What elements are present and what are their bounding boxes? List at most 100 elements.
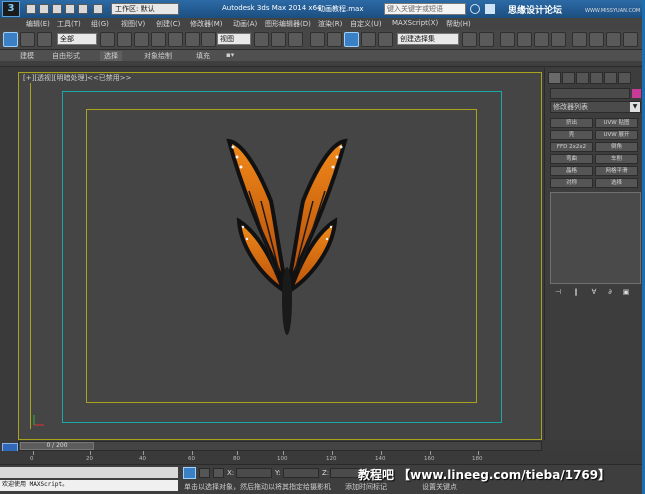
lock-toggle-icon[interactable] — [199, 468, 210, 478]
modifier-button[interactable]: 网格平滑 — [595, 166, 638, 176]
menu-customize[interactable]: 自定义(U) — [350, 19, 382, 29]
time-slider[interactable]: 0 / 200 — [18, 441, 542, 451]
object-color-swatch[interactable] — [632, 89, 641, 98]
tab-freeform[interactable]: 自由形式 — [52, 51, 80, 61]
scale-icon[interactable] — [201, 32, 216, 47]
move-icon[interactable] — [168, 32, 183, 47]
undo-icon[interactable] — [65, 4, 75, 14]
material-editor-icon[interactable] — [572, 32, 587, 47]
track-bar[interactable]: 0 20 40 60 80 100 120 140 160 180 — [0, 451, 645, 464]
reference-coord-select[interactable]: 视图 — [217, 33, 251, 45]
configure-sets-icon[interactable]: ▣ — [621, 288, 631, 298]
absolute-mode-icon[interactable] — [213, 468, 224, 478]
menu-graph-editors[interactable]: 图形编辑器(D) — [265, 19, 311, 29]
perspective-viewport[interactable]: [+][透视][明暗处理] <<已禁用>> — [18, 72, 542, 440]
align-icon[interactable] — [479, 32, 494, 47]
create-tab-icon[interactable] — [548, 72, 561, 84]
tab-modeling[interactable]: 建模 — [20, 51, 34, 61]
select-by-name-icon[interactable] — [117, 32, 132, 47]
selection-lock-icon[interactable] — [183, 467, 196, 479]
search-input[interactable]: 键入关键字或短语 — [384, 3, 466, 15]
menu-maxscript[interactable]: MAXScript(X) — [392, 19, 438, 27]
select-icon[interactable] — [100, 32, 115, 47]
butterfly-model[interactable] — [215, 131, 359, 365]
open-file-icon[interactable] — [39, 4, 49, 14]
pin-stack-icon[interactable]: ⊣ — [553, 288, 563, 298]
graphite-toolbar-icon[interactable] — [517, 32, 532, 47]
window-crossing-icon[interactable] — [151, 32, 166, 47]
manipulate-icon[interactable] — [271, 32, 286, 47]
viewport-disabled-label[interactable]: <<已禁用>> — [87, 73, 131, 83]
search-icon[interactable] — [470, 4, 480, 14]
project-folder-icon[interactable] — [93, 4, 103, 14]
menu-edit[interactable]: 编辑(E) — [26, 19, 50, 29]
set-key-mode-button[interactable]: 设置关键点 — [422, 482, 457, 492]
modifier-button[interactable]: 晶格 — [550, 166, 593, 176]
modifier-button[interactable]: 选择 — [595, 178, 638, 188]
new-file-icon[interactable] — [26, 4, 36, 14]
make-unique-icon[interactable]: ∀ — [589, 288, 599, 298]
maxscript-listener-top[interactable] — [0, 467, 178, 478]
x-coord-field[interactable] — [236, 468, 272, 478]
modifier-button[interactable]: UVW 展开 — [595, 130, 638, 140]
modifier-button[interactable]: 挤出 — [550, 118, 593, 128]
time-slider-thumb[interactable]: 0 / 200 — [20, 442, 94, 450]
menu-modifiers[interactable]: 修改器(M) — [190, 19, 223, 29]
object-name-field[interactable] — [550, 88, 630, 99]
rotate-icon[interactable] — [185, 32, 200, 47]
modifier-button[interactable]: UVW 贴图 — [595, 118, 638, 128]
modifier-button[interactable]: 车削 — [595, 154, 638, 164]
menu-animation[interactable]: 动画(A) — [233, 19, 257, 29]
modifier-button[interactable]: 对称 — [550, 178, 593, 188]
menu-tools[interactable]: 工具(T) — [57, 19, 81, 29]
select-object-icon[interactable] — [3, 32, 18, 47]
modifier-button[interactable]: 壳 — [550, 130, 593, 140]
select-and-link-icon[interactable] — [20, 32, 35, 47]
snaps-toggle-icon[interactable] — [310, 32, 325, 47]
rectangular-region-icon[interactable] — [134, 32, 149, 47]
tab-selection[interactable]: 选择 — [100, 51, 122, 61]
angle-snap-icon[interactable] — [327, 32, 342, 47]
y-coord-field[interactable] — [283, 468, 319, 478]
hierarchy-tab-icon[interactable] — [576, 72, 589, 84]
menu-group[interactable]: 组(G) — [91, 19, 109, 29]
modifier-button[interactable]: FFD 2x2x2 — [550, 142, 593, 152]
modifier-stack[interactable] — [550, 192, 641, 284]
chevron-down-icon[interactable]: ▼ — [630, 102, 640, 112]
menu-views[interactable]: 视图(V) — [121, 19, 145, 29]
schematic-view-icon[interactable] — [551, 32, 566, 47]
mirror-icon[interactable] — [462, 32, 477, 47]
spinner-snap-icon[interactable] — [361, 32, 376, 47]
modify-tab-icon[interactable] — [562, 72, 575, 84]
edit-named-selection-icon[interactable] — [378, 32, 393, 47]
unlink-icon[interactable] — [37, 32, 52, 47]
viewport-label[interactable]: [+][透视][明暗处理] — [23, 73, 87, 83]
add-time-tag-button[interactable]: 添加时间标记 — [345, 482, 387, 492]
layer-manager-icon[interactable] — [500, 32, 515, 47]
named-selection-select[interactable]: 创建选择集 — [397, 33, 459, 45]
pivot-center-icon[interactable] — [254, 32, 269, 47]
save-file-icon[interactable] — [52, 4, 62, 14]
modifier-button[interactable]: 倒角 — [595, 142, 638, 152]
modifier-list-select[interactable]: 修改器列表 — [550, 101, 641, 113]
redo-icon[interactable] — [78, 4, 88, 14]
render-production-icon[interactable] — [623, 32, 638, 47]
modifier-button[interactable]: 弯曲 — [550, 154, 593, 164]
ribbon-options-icon[interactable]: ▪▾ — [226, 51, 234, 59]
keyboard-shortcut-icon[interactable] — [288, 32, 303, 47]
remove-modifier-icon[interactable]: ∂ — [605, 288, 615, 298]
tab-populate[interactable]: 填充 — [196, 51, 210, 61]
star-icon[interactable] — [485, 4, 495, 14]
rendered-frame-icon[interactable] — [606, 32, 621, 47]
menu-help[interactable]: 帮助(H) — [446, 19, 471, 29]
maxscript-listener-input[interactable]: 欢迎使用 MAXScript。 — [0, 480, 178, 491]
app-menu-icon[interactable]: 3 — [2, 1, 20, 17]
percent-snap-icon[interactable] — [344, 32, 359, 47]
display-tab-icon[interactable] — [604, 72, 617, 84]
workspace-select[interactable]: 工作区: 默认 — [111, 3, 179, 15]
show-end-result-icon[interactable]: ‖ — [571, 288, 581, 298]
tab-object-paint[interactable]: 对象绘制 — [144, 51, 172, 61]
menu-create[interactable]: 创建(C) — [156, 19, 180, 29]
curve-editor-icon[interactable] — [534, 32, 549, 47]
render-setup-icon[interactable] — [589, 32, 604, 47]
